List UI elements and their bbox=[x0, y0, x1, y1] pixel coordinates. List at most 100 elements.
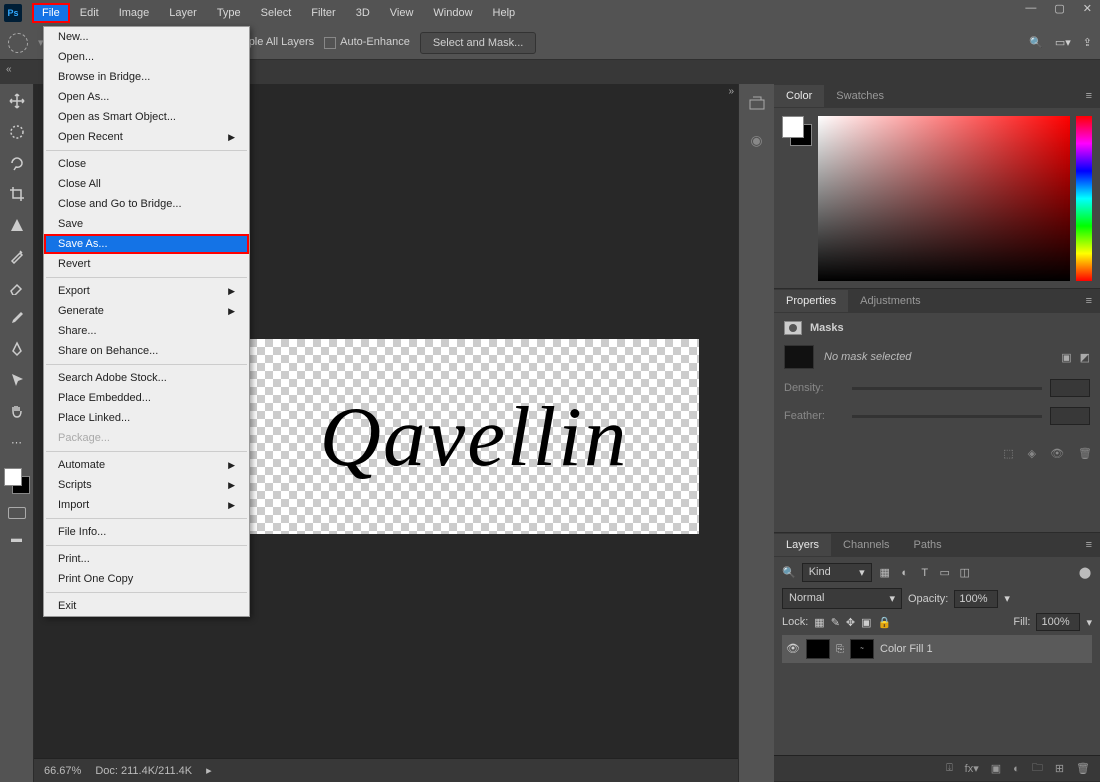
menu-3d[interactable]: 3D bbox=[346, 3, 380, 23]
menu-select[interactable]: Select bbox=[251, 3, 302, 23]
color-panel-swatch[interactable] bbox=[782, 116, 812, 146]
filter-smart-icon[interactable]: ◫ bbox=[958, 566, 972, 580]
lock-position-icon[interactable]: ✥ bbox=[846, 616, 855, 629]
visibility-icon[interactable]: 👁 bbox=[786, 642, 800, 656]
menu-item-search-adobe-stock[interactable]: Search Adobe Stock... bbox=[44, 368, 249, 388]
marquee-tool[interactable] bbox=[6, 121, 28, 143]
filter-pixel-icon[interactable]: ▦ bbox=[878, 566, 892, 580]
lasso-tool[interactable] bbox=[6, 152, 28, 174]
menu-item-open-as-smart-object[interactable]: Open as Smart Object... bbox=[44, 107, 249, 127]
layer-mask-icon[interactable]: ▣ bbox=[991, 762, 1001, 775]
vector-mask-button[interactable]: ◩ bbox=[1080, 351, 1090, 364]
filter-icon[interactable]: 🔍 bbox=[782, 566, 796, 579]
opacity-caret[interactable]: ▾ bbox=[1004, 592, 1010, 605]
layer-thumbnail[interactable] bbox=[806, 639, 830, 659]
workspace-icon[interactable]: ▭▾ bbox=[1055, 36, 1071, 49]
group-icon[interactable]: 🗀 bbox=[1032, 759, 1043, 778]
tab-paths[interactable]: Paths bbox=[902, 534, 954, 556]
tab-color[interactable]: Color bbox=[774, 85, 824, 107]
pen-tool[interactable] bbox=[6, 338, 28, 360]
move-tool[interactable] bbox=[6, 90, 28, 112]
opacity-value[interactable]: 100% bbox=[954, 590, 998, 608]
auto-enhance-checkbox[interactable] bbox=[324, 37, 336, 49]
collapse-panels-icon[interactable]: » bbox=[728, 86, 734, 97]
fill-value[interactable]: 100% bbox=[1036, 613, 1080, 631]
filter-toggle[interactable]: ⬤ bbox=[1078, 566, 1092, 580]
menu-item-file-info[interactable]: File Info... bbox=[44, 522, 249, 542]
color-swatch[interactable] bbox=[4, 468, 30, 494]
layer-name[interactable]: Color Fill 1 bbox=[880, 643, 933, 655]
menu-item-export[interactable]: Export▶ bbox=[44, 281, 249, 301]
menu-item-scripts[interactable]: Scripts▶ bbox=[44, 475, 249, 495]
menu-item-save-as[interactable]: Save As... bbox=[44, 234, 249, 254]
tab-channels[interactable]: Channels bbox=[831, 534, 901, 556]
crop-tool[interactable] bbox=[6, 183, 28, 205]
menu-file[interactable]: File bbox=[32, 3, 70, 23]
tab-properties[interactable]: Properties bbox=[774, 290, 848, 312]
apply-mask-icon[interactable]: ◈ bbox=[1028, 447, 1036, 460]
status-caret[interactable]: ▸ bbox=[206, 764, 212, 777]
layers-panel-menu-icon[interactable]: ≡ bbox=[1086, 539, 1100, 551]
toggle-mask-icon[interactable]: 👁 bbox=[1050, 447, 1064, 460]
density-value[interactable] bbox=[1050, 379, 1090, 397]
tab-swatches[interactable]: Swatches bbox=[824, 85, 896, 107]
menu-window[interactable]: Window bbox=[423, 3, 482, 23]
link-layers-icon[interactable]: ⍗ bbox=[946, 762, 953, 775]
menu-item-print-one-copy[interactable]: Print One Copy bbox=[44, 569, 249, 589]
eraser-tool[interactable] bbox=[6, 276, 28, 298]
tab-adjustments[interactable]: Adjustments bbox=[848, 290, 933, 312]
menu-edit[interactable]: Edit bbox=[70, 3, 109, 23]
path-select-tool[interactable] bbox=[6, 369, 28, 391]
load-selection-icon[interactable]: ⬚ bbox=[1003, 447, 1013, 460]
brush-tool[interactable] bbox=[6, 245, 28, 267]
close-button[interactable]: ✕ bbox=[1083, 2, 1092, 15]
filter-adjust-icon[interactable]: ◐ bbox=[898, 566, 912, 580]
layer-style-icon[interactable]: fx▾ bbox=[965, 762, 979, 775]
hand-tool[interactable] bbox=[6, 400, 28, 422]
blend-mode-select[interactable]: Normal▾ bbox=[782, 588, 902, 609]
eyedropper-tool[interactable] bbox=[6, 307, 28, 329]
pixel-mask-button[interactable]: ▣ bbox=[1061, 351, 1071, 364]
lock-all-icon[interactable]: 🔒 bbox=[878, 616, 892, 629]
menu-item-share-on-behance[interactable]: Share on Behance... bbox=[44, 341, 249, 361]
menu-item-share[interactable]: Share... bbox=[44, 321, 249, 341]
screen-mode-icon[interactable]: ▬ bbox=[6, 528, 28, 550]
color-panel-menu-icon[interactable]: ≡ bbox=[1086, 90, 1100, 102]
hue-slider[interactable] bbox=[1076, 116, 1092, 281]
menu-item-open-as[interactable]: Open As... bbox=[44, 87, 249, 107]
menu-item-place-linked[interactable]: Place Linked... bbox=[44, 408, 249, 428]
adjustment-layer-icon[interactable]: ◐ bbox=[1013, 763, 1020, 775]
fill-caret[interactable]: ▾ bbox=[1086, 616, 1092, 629]
menu-item-place-embedded[interactable]: Place Embedded... bbox=[44, 388, 249, 408]
menu-filter[interactable]: Filter bbox=[301, 3, 345, 23]
filter-kind-select[interactable]: Kind▾ bbox=[802, 563, 872, 582]
menu-image[interactable]: Image bbox=[109, 3, 160, 23]
tab-layers[interactable]: Layers bbox=[774, 534, 831, 556]
menu-layer[interactable]: Layer bbox=[159, 3, 207, 23]
menu-item-open[interactable]: Open... bbox=[44, 47, 249, 67]
density-slider[interactable] bbox=[852, 387, 1042, 390]
filter-type-icon[interactable]: T bbox=[918, 566, 932, 580]
menu-item-revert[interactable]: Revert bbox=[44, 254, 249, 274]
menu-item-print[interactable]: Print... bbox=[44, 549, 249, 569]
collapse-toolbar-icon[interactable]: « bbox=[6, 64, 12, 75]
minimize-button[interactable]: — bbox=[1025, 2, 1036, 15]
quick-select-tool[interactable] bbox=[6, 214, 28, 236]
quick-mask-icon[interactable] bbox=[8, 507, 26, 519]
menu-item-close-all[interactable]: Close All bbox=[44, 174, 249, 194]
menu-item-browse-in-bridge[interactable]: Browse in Bridge... bbox=[44, 67, 249, 87]
feather-slider[interactable] bbox=[852, 415, 1042, 418]
select-and-mask-button[interactable]: Select and Mask... bbox=[420, 32, 537, 54]
new-layer-icon[interactable]: ⊞ bbox=[1055, 762, 1064, 775]
lock-transparency-icon[interactable]: ▦ bbox=[814, 616, 824, 629]
document-canvas[interactable]: Qavellin bbox=[249, 339, 699, 534]
doc-size[interactable]: Doc: 211.4K/211.4K bbox=[95, 765, 192, 777]
search-icon[interactable]: 🔍 bbox=[1029, 36, 1043, 49]
layer-mask-thumbnail[interactable]: ~ bbox=[850, 639, 874, 659]
delete-layer-icon[interactable]: 🗑 bbox=[1076, 762, 1090, 775]
panel-icon-1[interactable] bbox=[747, 94, 767, 114]
share-icon[interactable]: ⇪ bbox=[1083, 36, 1092, 49]
color-field[interactable] bbox=[818, 116, 1070, 281]
menu-view[interactable]: View bbox=[380, 3, 424, 23]
properties-panel-menu-icon[interactable]: ≡ bbox=[1086, 295, 1100, 307]
